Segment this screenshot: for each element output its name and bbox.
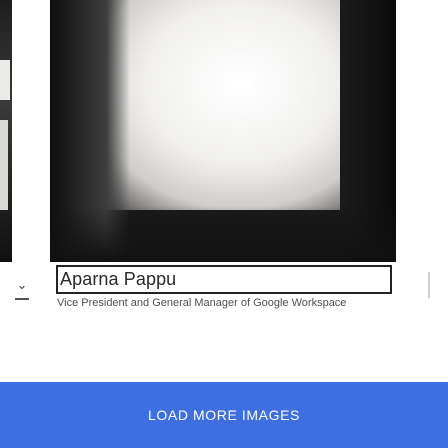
image-shadow-bottom	[50, 206, 396, 262]
previous-image-button[interactable]: ⌄	[14, 277, 30, 302]
previous-image-thumbnail[interactable]	[0, 0, 12, 262]
gallery-main-image[interactable]	[50, 0, 396, 262]
next-image-indicator[interactable]	[428, 272, 430, 298]
caption-title: Vice President and General Manager of Go…	[57, 297, 347, 309]
image-gallery-page: ⌄ Aparna Pappu Vice President and Genera…	[0, 0, 448, 448]
caption-name: Aparna Pappu	[60, 269, 177, 289]
load-more-images-button[interactable]: LOAD MORE IMAGES	[0, 382, 448, 448]
caption-name-box: Aparna Pappu	[56, 265, 392, 294]
underline-icon	[15, 298, 29, 300]
chevron-down-icon: ⌄	[16, 277, 28, 292]
next-image-thumbnail[interactable]	[432, 0, 448, 262]
